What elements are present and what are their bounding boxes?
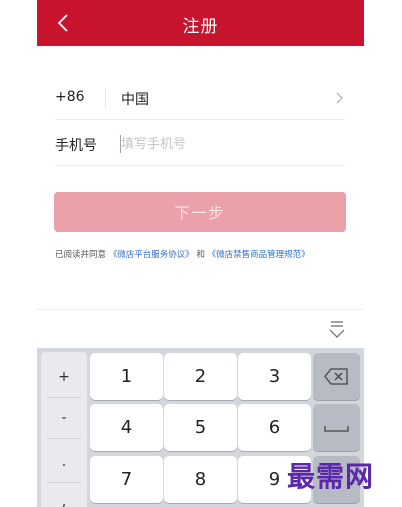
country-selector[interactable]: +86 中国	[55, 78, 345, 120]
keyboard-top-divider	[37, 309, 364, 310]
key-minus[interactable]: -	[41, 398, 87, 438]
row-divider	[55, 165, 345, 166]
key-7[interactable]: 7	[90, 456, 163, 503]
field-divider	[105, 88, 106, 108]
key-2[interactable]: 2	[164, 353, 237, 400]
space-key[interactable]	[313, 404, 360, 451]
watermark-logo: 最需网	[287, 460, 375, 493]
prohibited-goods-policy-link[interactable]: 《微店禁售商品管理规范》	[208, 250, 310, 260]
key-1[interactable]: 1	[90, 353, 163, 400]
key-dot[interactable]: .	[41, 442, 87, 482]
platform-service-agreement-link[interactable]: 《微店平台服务协议》	[109, 250, 194, 260]
backspace-key[interactable]	[313, 353, 360, 400]
symbol-divider	[47, 438, 81, 439]
page-title: 注册	[182, 17, 219, 37]
phone-row: 手机号	[55, 120, 345, 166]
keyboard-dismiss-icon[interactable]	[328, 318, 346, 340]
key-comma[interactable]: ,	[41, 482, 87, 507]
symbol-column: + - . ,	[41, 352, 87, 507]
key-3[interactable]: 3	[238, 353, 311, 400]
backspace-icon	[324, 368, 348, 385]
phone-label: 手机号	[55, 138, 97, 154]
key-6[interactable]: 6	[238, 404, 311, 451]
country-code: +86	[55, 89, 85, 105]
next-step-button[interactable]: 下一步	[54, 192, 346, 232]
chevron-right-icon	[336, 92, 343, 104]
key-5[interactable]: 5	[164, 404, 237, 451]
agreement-text: 已阅读并同意 《微店平台服务协议》 和 《微店禁售商品管理规范》	[55, 248, 310, 260]
agreement-prefix: 已阅读并同意	[55, 250, 107, 260]
country-name: 中国	[121, 92, 149, 108]
nav-header: 注册	[37, 0, 364, 46]
key-4[interactable]: 4	[90, 404, 163, 451]
agreement-conjunction: 和	[196, 250, 205, 260]
key-8[interactable]: 8	[164, 456, 237, 503]
key-plus[interactable]: +	[41, 357, 87, 397]
phone-input[interactable]	[121, 132, 341, 156]
space-icon	[324, 426, 349, 432]
